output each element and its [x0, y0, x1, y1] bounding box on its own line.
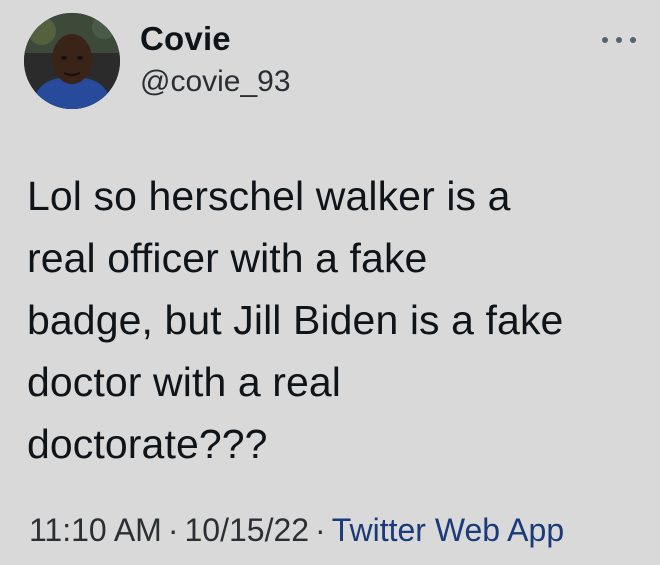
user-handle[interactable]: @covie_93 [140, 64, 291, 100]
tweet-text: Lol so herschel walker is a real officer… [27, 173, 564, 467]
tweet-time[interactable]: 11:10 AM [29, 512, 162, 548]
separator: · [167, 512, 179, 548]
display-name[interactable]: Covie [140, 20, 291, 58]
profile-photo [24, 13, 120, 109]
separator: · [315, 512, 326, 548]
tweet-card: Covie @covie_93 Lol so herschel walker i… [0, 0, 660, 565]
dot [602, 37, 608, 43]
tweet-metadata: 11:10 AM · 10/15/22 · Twitter Web App [29, 510, 564, 550]
more-options-icon[interactable] [602, 30, 636, 50]
avatar[interactable] [24, 13, 120, 109]
tweet-source-link[interactable]: Twitter Web App [332, 512, 564, 548]
dot [616, 37, 622, 43]
author-info: Covie @covie_93 [140, 20, 291, 100]
tweet-date[interactable]: 10/15/22 [184, 512, 309, 548]
dot [630, 37, 636, 43]
